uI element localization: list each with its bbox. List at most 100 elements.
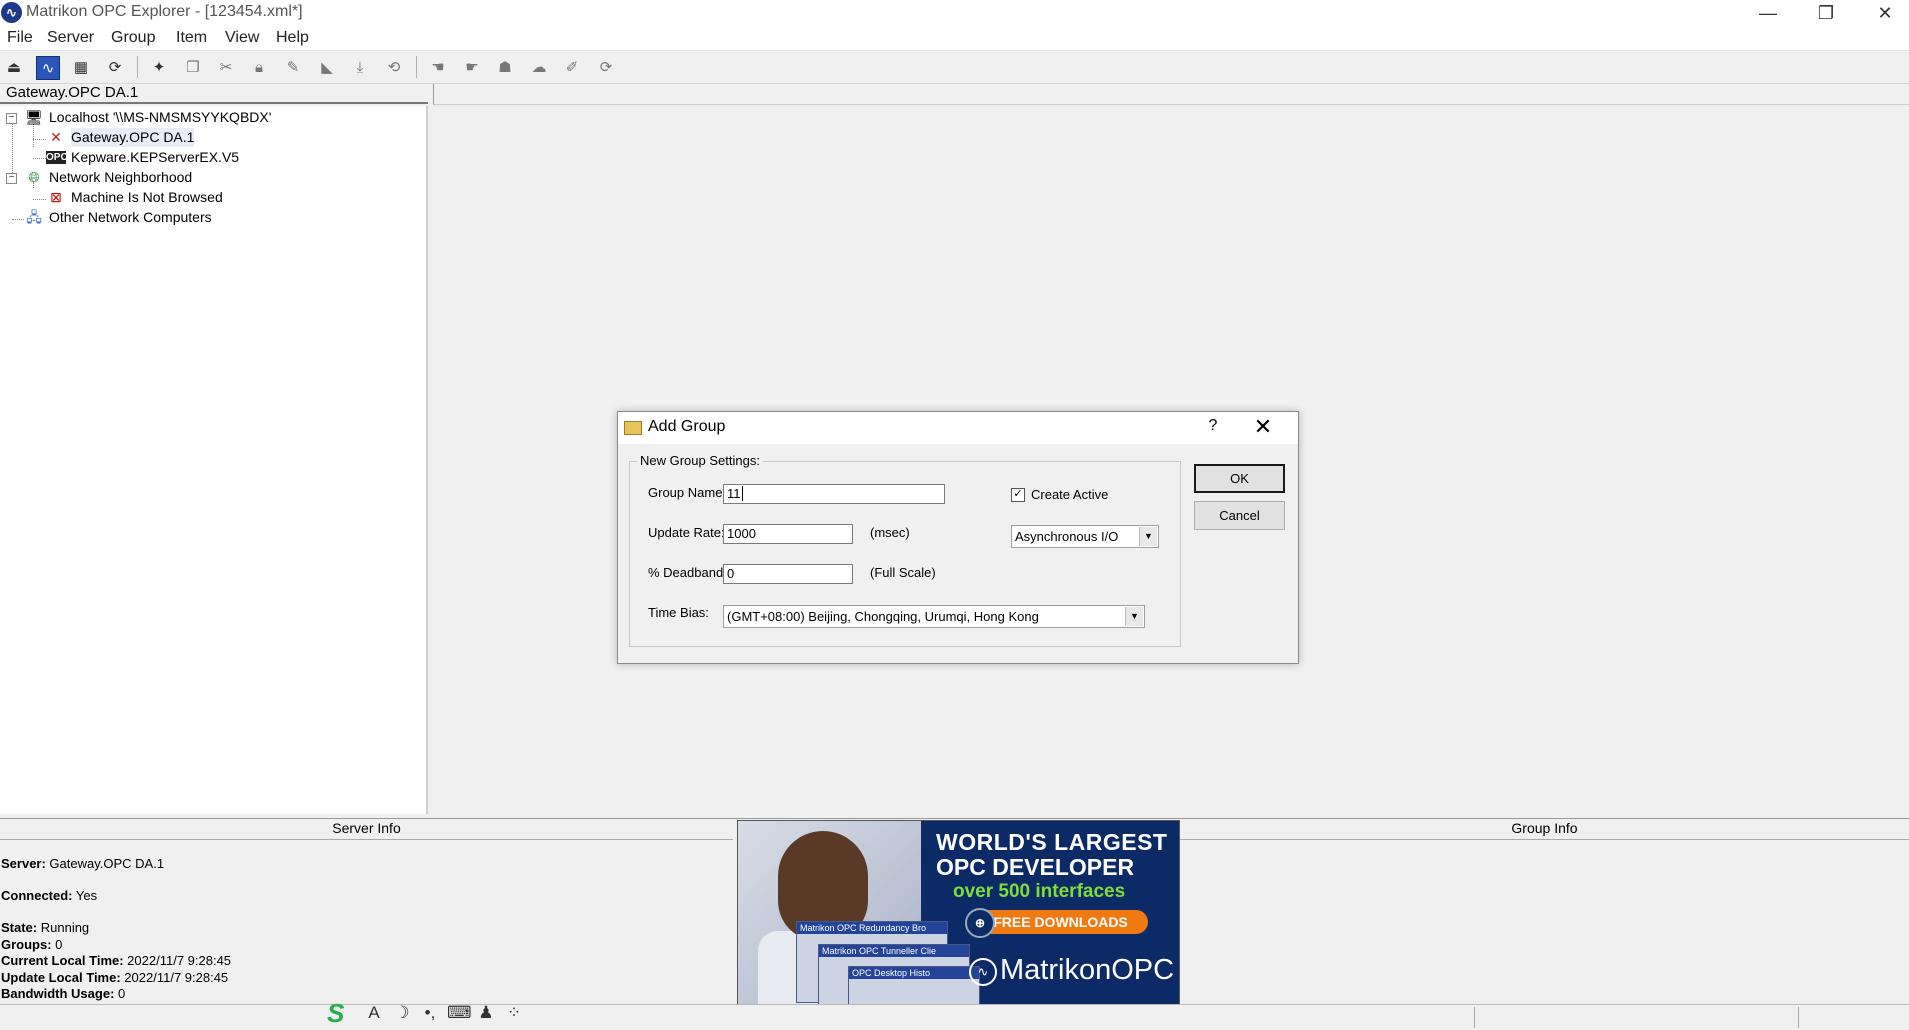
ad-free-downloads-button[interactable]: ⊕ FREE DOWNLOADS bbox=[965, 908, 1148, 938]
tree-node-network-neighborhood[interactable]: Network Neighborhood bbox=[49, 168, 192, 187]
info-groups: Groups: 0 bbox=[1, 937, 63, 952]
help-button[interactable]: ? bbox=[1198, 417, 1228, 435]
add-group-icon[interactable]: ✦ bbox=[148, 56, 170, 78]
ime-toolbar: S A ☽ •, ⌨ ♟ ⁘ bbox=[327, 997, 532, 1029]
dialog-title: Add Group bbox=[648, 418, 726, 435]
groupbox-legend: New Group Settings: bbox=[637, 453, 763, 468]
menu-bar: File Server Group Item View Help bbox=[0, 26, 1909, 51]
item-refresh-icon[interactable]: ⟳ bbox=[595, 56, 617, 78]
edit-icon[interactable]: ✎ bbox=[282, 56, 304, 78]
tag-icon[interactable]: ◣ bbox=[316, 56, 338, 78]
minimize-button[interactable]: — bbox=[1739, 0, 1797, 26]
cancel-button[interactable]: Cancel bbox=[1194, 501, 1285, 530]
group-name-label: Group Name: bbox=[648, 485, 727, 500]
info-update-local-time: Update Local Time: 2022/11/7 9:28:45 bbox=[1, 970, 229, 985]
create-active-checkbox[interactable]: ✓ bbox=[1011, 488, 1025, 502]
info-current-local-time: Current Local Time: 2022/11/7 9:28:45 bbox=[1, 953, 232, 968]
sogou-ime-icon[interactable]: S bbox=[327, 998, 357, 1029]
ok-button[interactable]: OK bbox=[1194, 464, 1285, 493]
ad-subheadline: over 500 interfaces bbox=[953, 881, 1126, 902]
io-mode-select[interactable]: Asynchronous I/O ▼ bbox=[1011, 525, 1159, 548]
lock-icon[interactable]: 🔒︎ bbox=[248, 56, 270, 78]
tree-node-kepware[interactable]: Kepware.KEPServerEX.V5 bbox=[71, 148, 239, 167]
chevron-down-icon: ▼ bbox=[1139, 527, 1157, 546]
tree-node-machine-not-browsed[interactable]: Machine Is Not Browsed bbox=[71, 188, 223, 207]
machine-not-browsed-icon: ⊠ bbox=[50, 189, 62, 205]
item-properties-icon[interactable]: ☗ bbox=[494, 56, 516, 78]
toolbar: ⏏ ∿ ▦ ⟳ ✦ ❐ ✂ 🔒︎ ✎ ◣ ⤓ ⟲ ☚ ☛ ☗ ☁ ✐ ⟳ bbox=[0, 51, 1909, 84]
copy-group-icon[interactable]: ❐ bbox=[182, 56, 204, 78]
computer-icon: 🖥︎ bbox=[25, 109, 43, 125]
deadband-unit: (Full Scale) bbox=[870, 565, 936, 580]
ime-language-icon[interactable]: A bbox=[363, 1003, 385, 1023]
tree-node-gateway[interactable]: Gateway.OPC DA.1 bbox=[71, 128, 195, 147]
dialog-title-bar: Add Group ? ✕ bbox=[618, 412, 1298, 444]
update-rate-label: Update Rate: bbox=[648, 525, 725, 540]
restore-button[interactable]: ❐ bbox=[1797, 0, 1855, 26]
group-name-input[interactable]: 11 bbox=[723, 484, 945, 504]
read-item-icon[interactable]: ☛ bbox=[461, 56, 483, 78]
ime-user-icon[interactable]: ♟ bbox=[475, 1003, 497, 1023]
server-properties-icon[interactable]: ▦ bbox=[70, 56, 92, 78]
tree-node-other-network-computers[interactable]: Other Network Computers bbox=[49, 208, 212, 227]
collapse-localhost-toggle[interactable]: − bbox=[6, 113, 17, 124]
item-info-icon[interactable]: ☁ bbox=[528, 56, 550, 78]
deadband-label: % Deadband: bbox=[648, 565, 727, 580]
info-state: State: Running bbox=[1, 920, 90, 935]
time-bias-label: Time Bias: bbox=[648, 605, 709, 620]
network-computers-icon: 🖧 bbox=[26, 209, 42, 225]
opc-server-icon: OPC bbox=[46, 151, 68, 164]
refresh-icon[interactable]: ⟳ bbox=[104, 56, 126, 78]
group-info-header: Group Info bbox=[1180, 820, 1909, 840]
add-group-dialog: Add Group ? ✕ New Group Settings: Group … bbox=[617, 411, 1299, 664]
matrikon-logo-icon: ∿ bbox=[969, 958, 997, 986]
opc-server-icon: ✕ bbox=[50, 129, 62, 145]
ime-punctuation-icon[interactable]: •, bbox=[419, 1003, 441, 1023]
close-window-button[interactable]: ✕ bbox=[1856, 0, 1909, 26]
menu-item[interactable]: Item bbox=[176, 29, 207, 47]
new-group-settings-groupbox: New Group Settings: Group Name: 11 ✓ Cre… bbox=[629, 453, 1181, 647]
ime-apps-icon[interactable]: ⁘ bbox=[503, 1003, 525, 1023]
download-icon[interactable]: ⤓ bbox=[349, 56, 371, 78]
ime-keyboard-icon[interactable]: ⌨ bbox=[447, 1003, 472, 1023]
crosshair-icon: ⊕ bbox=[965, 908, 995, 938]
ime-moon-icon[interactable]: ☽ bbox=[391, 1003, 413, 1023]
folder-icon bbox=[624, 421, 642, 435]
write-item-icon[interactable]: ☚ bbox=[427, 56, 449, 78]
menu-help[interactable]: Help bbox=[276, 29, 309, 47]
server-tree: − 🖥︎ Localhost '\\MS-NMSMSYYKQBDX' ✕ Gat… bbox=[0, 106, 428, 814]
connect-server-icon[interactable]: ∿ bbox=[36, 56, 60, 80]
info-bandwidth-usage: Bandwidth Usage: 0 bbox=[1, 986, 126, 1001]
chevron-down-icon: ▼ bbox=[1125, 607, 1143, 626]
info-connected: Connected: Yes bbox=[1, 888, 98, 903]
ad-headline-1: WORLD'S LARGEST bbox=[936, 829, 1168, 855]
title-bar: ∿ Matrikon OPC Explorer - [123454.xml*] … bbox=[0, 0, 1909, 26]
ad-headline-2: OPC DEVELOPER bbox=[936, 854, 1135, 880]
cut-icon[interactable]: ✂ bbox=[215, 56, 237, 78]
menu-file[interactable]: File bbox=[7, 29, 33, 47]
close-dialog-button[interactable]: ✕ bbox=[1248, 414, 1278, 440]
update-rate-unit: (msec) bbox=[870, 525, 910, 540]
menu-view[interactable]: View bbox=[225, 29, 259, 47]
sync-icon[interactable]: ⟲ bbox=[383, 56, 405, 78]
ad-banner[interactable]: Matrikon OPC Redundancy Bro Matrikon OPC… bbox=[737, 820, 1180, 1005]
tree-header: Gateway.OPC DA.1 bbox=[0, 84, 428, 104]
window-title: Matrikon OPC Explorer - [123454.xml*] bbox=[26, 3, 303, 20]
status-bar bbox=[0, 1004, 1909, 1030]
right-panel-header bbox=[433, 84, 1909, 105]
menu-server[interactable]: Server bbox=[47, 29, 94, 47]
ad-logo: ∿ MatrikonOPC bbox=[969, 954, 1174, 987]
time-bias-select[interactable]: (GMT+08:00) Beijing, Chongqing, Urumqi, … bbox=[723, 605, 1145, 628]
item-edit-icon[interactable]: ✐ bbox=[561, 56, 583, 78]
disconnect-icon[interactable]: ⏏ bbox=[3, 56, 25, 78]
matrikon-app-icon: ∿ bbox=[1, 2, 22, 23]
server-info-header: Server Info bbox=[0, 820, 733, 840]
tree-node-localhost[interactable]: Localhost '\\MS-NMSMSYYKQBDX' bbox=[49, 108, 271, 127]
update-rate-input[interactable]: 1000 bbox=[723, 524, 853, 544]
globe-icon: 🌐︎ bbox=[28, 169, 40, 185]
collapse-network-toggle[interactable]: − bbox=[6, 173, 17, 184]
deadband-input[interactable]: 0 bbox=[723, 564, 853, 584]
info-server: Server: Gateway.OPC DA.1 bbox=[1, 856, 165, 871]
ad-screenshot: OPC Desktop Histo bbox=[848, 966, 980, 1004]
menu-group[interactable]: Group bbox=[111, 29, 155, 47]
